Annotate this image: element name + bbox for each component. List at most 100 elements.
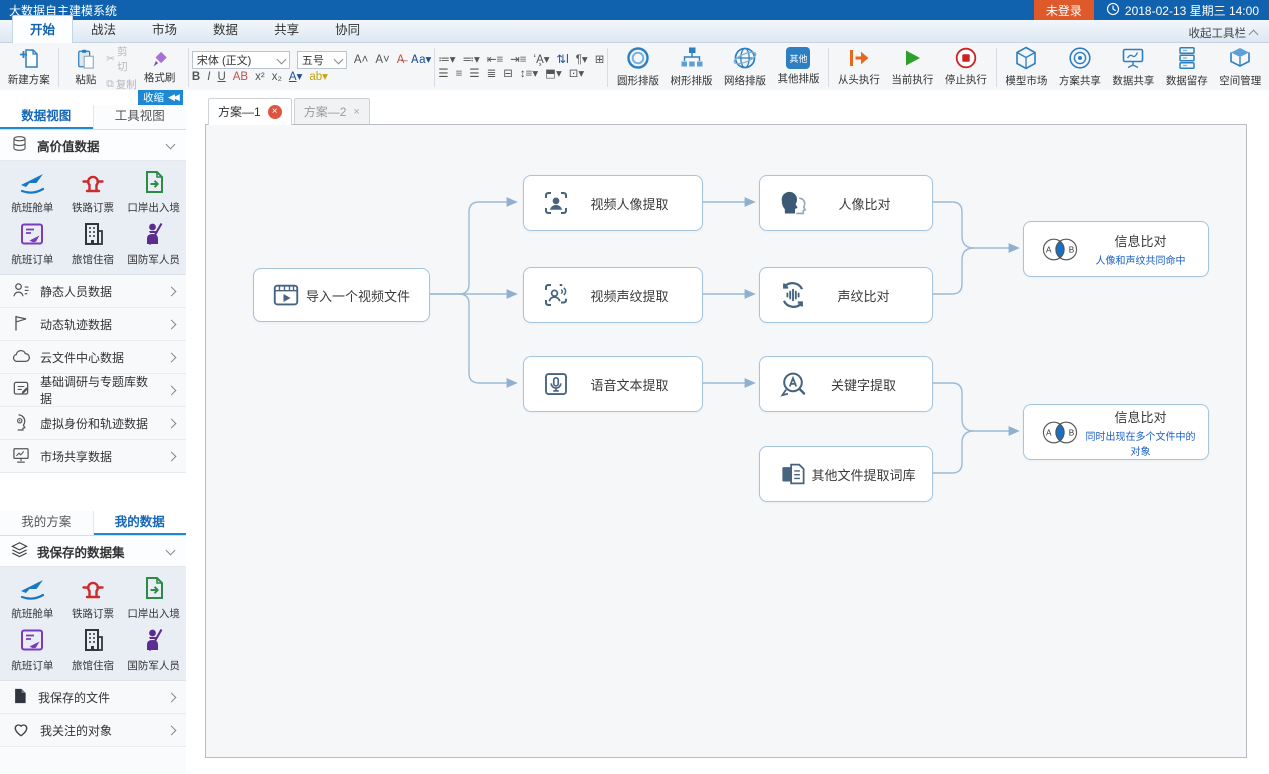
my-item[interactable]: 我关注的对象 (0, 714, 186, 747)
format-painter-button[interactable]: 格式刷 (137, 45, 182, 90)
subscript-button[interactable]: x₂ (272, 72, 282, 84)
number-list-button[interactable]: ≕▾ (463, 55, 480, 67)
menu-tab-data[interactable]: 数据 (195, 15, 256, 42)
new-plan-button[interactable]: 新建方案 (2, 44, 55, 89)
font-size-select[interactable]: 五号 (297, 51, 347, 69)
table-button[interactable]: ⊞ (595, 55, 605, 67)
shrink-font-button[interactable]: A˅ (375, 55, 389, 67)
font-name-select[interactable]: 宋体 (正文) (192, 51, 290, 69)
menu-tab-market[interactable]: 市场 (134, 15, 195, 42)
menu-tab-start[interactable]: 开始 (12, 15, 73, 43)
superscript-button[interactable]: x² (255, 72, 265, 84)
align-right-button[interactable]: ☰ (469, 69, 479, 81)
menu-tab-collab[interactable]: 协同 (317, 15, 378, 42)
data-retention-button[interactable]: 数据留存 (1160, 44, 1213, 89)
network-layout-button[interactable]: 网络排版 (718, 44, 771, 89)
data-category-item[interactable]: 基础调研与专题库数据 (0, 374, 186, 407)
clear-format-button[interactable]: A̶ (397, 55, 405, 67)
data-category-item[interactable]: 静态人员数据 (0, 275, 186, 308)
run-stop-button[interactable]: 停止执行 (939, 44, 992, 89)
dataset-item[interactable]: 口岸出入境 (123, 165, 184, 217)
tab-my-data[interactable]: 我的数据 (94, 511, 187, 535)
borders-button[interactable]: ⊡▾ (569, 69, 584, 81)
close-icon[interactable]: × (268, 105, 282, 119)
menu-tab-tactics[interactable]: 战法 (73, 15, 134, 42)
bold-button[interactable]: B (192, 72, 200, 84)
run-from-start-button[interactable]: 从头执行 (832, 44, 885, 89)
flow-node-speech-to-text[interactable]: 语音文本提取 (523, 356, 703, 412)
menu-tab-share[interactable]: 共享 (256, 15, 317, 42)
spacing-button[interactable]: ʻA̧▾ (534, 55, 550, 67)
align-center-button[interactable]: ≡ (456, 69, 463, 81)
circle-layout-button[interactable]: 圆形排版 (611, 44, 664, 89)
sort-button[interactable]: ⇅l (557, 55, 569, 67)
align-left-button[interactable]: ☰ (438, 69, 448, 81)
paste-button[interactable]: 粘贴 (65, 45, 106, 90)
face-compare-icon (777, 187, 811, 219)
plan-tab-1[interactable]: 方案—1 × (208, 98, 292, 125)
flow-node-voiceprint-compare[interactable]: 声纹比对 (759, 267, 933, 323)
model-market-button[interactable]: 模型市场 (1000, 44, 1053, 89)
data-share-button[interactable]: 数据共享 (1107, 44, 1160, 89)
paste-icon (76, 48, 96, 70)
flow-canvas[interactable]: 导入一个视频文件 视频人像提取 视频声纹提取 语音文本提取 人像比对 (205, 124, 1247, 758)
flow-node-video-voiceprint-extract[interactable]: 视频声纹提取 (523, 267, 703, 323)
dataset-item[interactable]: 航班舱单 (2, 571, 63, 623)
underline-button[interactable]: U (217, 72, 225, 84)
plan-share-button[interactable]: 方案共享 (1053, 44, 1106, 89)
other-layout-button[interactable]: 其他 其他排版 (772, 44, 825, 89)
sidebar-collapse-button[interactable]: 收缩 ◀◀ (138, 90, 183, 105)
bullet-list-button[interactable]: ≔▾ (438, 55, 455, 67)
paragraph-mark-button[interactable]: ¶▾ (576, 55, 588, 67)
case-button[interactable]: Ꭺa▾ (411, 55, 431, 67)
grow-font-button[interactable]: A˄ (354, 55, 368, 67)
space-management-button[interactable]: 空间管理 (1214, 44, 1267, 89)
my-item[interactable]: 我保存的文件 (0, 681, 186, 714)
flow-node-face-compare[interactable]: 人像比对 (759, 175, 933, 231)
dataset-item[interactable]: 口岸出入境 (123, 571, 184, 623)
plan-tab-2[interactable]: 方案—2 × (294, 98, 370, 125)
dataset-item[interactable]: 铁路订票 (63, 165, 124, 217)
flow-node-info-compare-bottom[interactable]: AB 信息比对 同时出现在多个文件中的对象 (1023, 404, 1209, 460)
login-status-badge[interactable]: 未登录 (1034, 0, 1094, 20)
flow-node-import-video-file[interactable]: 导入一个视频文件 (253, 268, 430, 322)
line-spacing-button[interactable]: ↕≡▾ (520, 69, 538, 81)
highlight-button[interactable]: ab▾ (309, 72, 328, 84)
outdent-button[interactable]: ⇤≡ (487, 55, 503, 67)
dataset-item[interactable]: 铁路订票 (63, 571, 124, 623)
tab-data-view[interactable]: 数据视图 (0, 105, 94, 129)
shading-button[interactable]: ⬒▾ (545, 69, 562, 81)
dataset-item[interactable]: 旅馆住宿 (63, 217, 124, 269)
tab-tool-view[interactable]: 工具视图 (94, 105, 187, 129)
high-value-data-header[interactable]: 高价值数据 (0, 130, 186, 161)
dataset-item[interactable]: 航班订单 (2, 217, 63, 269)
flow-node-other-files-lexicon[interactable]: 其他文件提取词库 (759, 446, 933, 502)
italic-button[interactable]: I (207, 72, 210, 84)
dataset-item[interactable]: 国防军人员 (123, 623, 184, 675)
collapse-toolbar-button[interactable]: 收起工具栏 (1189, 25, 1258, 41)
dataset-item[interactable]: 航班订单 (2, 623, 63, 675)
justify-button[interactable]: ≣ (487, 69, 497, 81)
run-current-button[interactable]: 当前执行 (886, 44, 939, 89)
cut-button[interactable]: ✂ 剪切 (106, 44, 137, 74)
data-category-item[interactable]: 市场共享数据 (0, 440, 186, 473)
saved-datasets-header[interactable]: 我保存的数据集 (0, 536, 186, 567)
divider (828, 48, 829, 87)
dataset-item[interactable]: 航班舱单 (2, 165, 63, 217)
tree-layout-button[interactable]: 树形排版 (665, 44, 718, 89)
indent-button[interactable]: ⇥≡ (510, 55, 526, 67)
dataset-item[interactable]: 国防军人员 (123, 217, 184, 269)
strikethrough-button[interactable]: AB (233, 72, 248, 84)
chevron-right-icon (167, 319, 177, 329)
data-category-item[interactable]: 虚拟身份和轨迹数据 (0, 407, 186, 440)
dataset-item[interactable]: 旅馆住宿 (63, 623, 124, 675)
tab-my-plans[interactable]: 我的方案 (0, 511, 94, 535)
flow-node-keyword-extract[interactable]: 关键字提取 (759, 356, 933, 412)
data-category-item[interactable]: 动态轨迹数据 (0, 308, 186, 341)
font-color-button[interactable]: A▾ (289, 72, 302, 84)
flow-node-info-compare-top[interactable]: AB 信息比对 人像和声纹共同命中 (1023, 221, 1209, 277)
distribute-button[interactable]: ⊟ (503, 69, 513, 81)
flow-node-video-face-extract[interactable]: 视频人像提取 (523, 175, 703, 231)
data-category-item[interactable]: 云文件中心数据 (0, 341, 186, 374)
close-icon[interactable]: × (353, 106, 359, 118)
